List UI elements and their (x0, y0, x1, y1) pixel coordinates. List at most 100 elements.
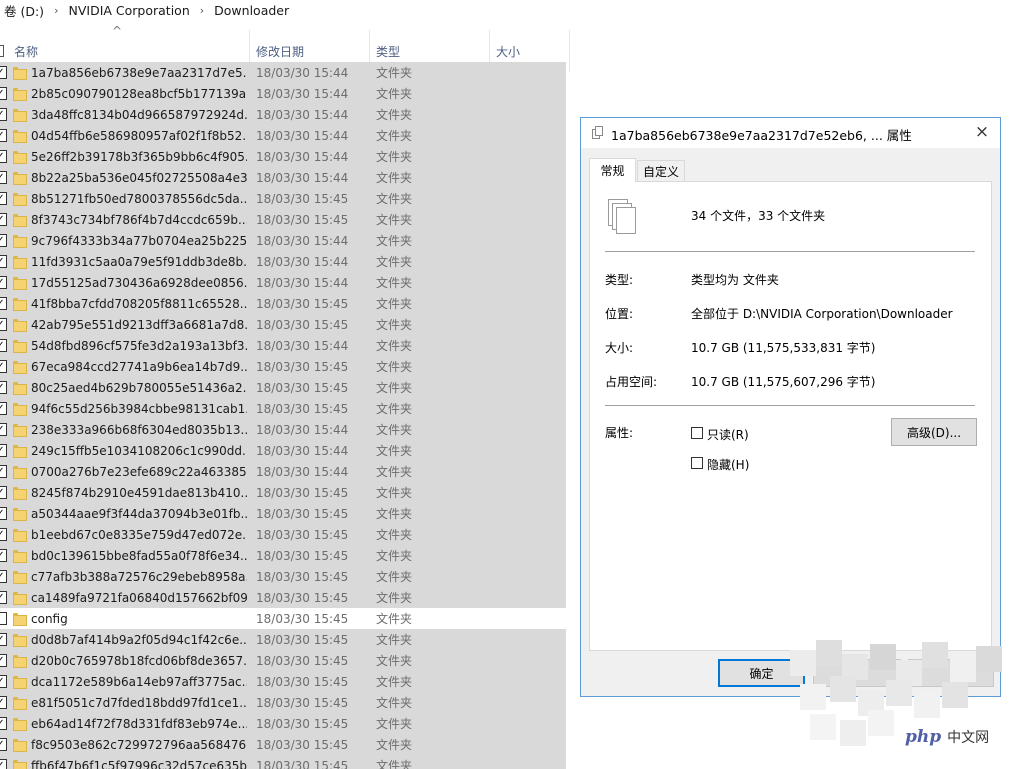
hidden-label[interactable]: 隐藏(H) (707, 456, 749, 473)
row-checkbox[interactable]: ✓ (0, 360, 7, 373)
row-checkbox[interactable]: ✓ (0, 507, 7, 520)
table-row[interactable]: ✓ 3da48ffc8134b04d966587972924d... 18/03/3… (0, 104, 566, 125)
hidden-checkbox[interactable] (691, 457, 703, 469)
table-row[interactable]: ✓ 5e26ff2b39178b3f365b9bb6c4f905... 18/03/… (0, 146, 566, 167)
row-checkbox[interactable]: ✓ (0, 570, 7, 583)
file-date: 18/03/30 15:45 (256, 191, 349, 206)
table-row[interactable]: ✓ 8f3743c734bf786f4b7d4ccdc659b... 18/03/3… (0, 209, 566, 230)
row-checkbox[interactable]: ✓ (0, 66, 7, 79)
row-checkbox[interactable]: ✓ (0, 675, 7, 688)
row-checkbox[interactable]: ✓ (0, 171, 7, 184)
table-row[interactable]: ✓ e81f5051c7d7fded18bdd97fd1ce1... 18/03/3… (0, 692, 566, 713)
table-row[interactable]: ✓ eb64ad14f72f78d331fdf83eb974e... 18/03/3… (0, 713, 566, 734)
type-label: 类型: (605, 273, 634, 287)
row-checkbox[interactable]: ✓ (0, 633, 7, 646)
breadcrumb-drive[interactable]: 卷 (D:) (0, 1, 48, 20)
close-icon[interactable]: × (972, 121, 992, 143)
row-checkbox[interactable]: ✓ (0, 318, 7, 331)
table-row[interactable]: ✓ d20b0c765978b18fcd06bf8de3657... 18/03/3… (0, 650, 566, 671)
row-checkbox[interactable]: ✓ (0, 339, 7, 352)
table-row[interactable]: ✓ 1a7ba856eb6738e9e7aa2317d7e5... 18/03/30… (0, 62, 566, 83)
table-row[interactable]: ✓ c77afb3b388a72576c29ebeb8958a... 18/03/3… (0, 566, 566, 587)
row-checkbox[interactable]: ✓ (0, 654, 7, 667)
file-type: 文件夹 (376, 108, 413, 122)
row-checkbox[interactable]: ✓ (0, 108, 7, 121)
table-row[interactable]: ✓ 54d8fbd896cf575fe3d2a193a13bf3... 18/03/… (0, 335, 566, 356)
size-value: 10.7 GB (11,575,533,831 字节) (691, 341, 876, 355)
files-icon (592, 126, 603, 139)
table-row[interactable]: ✓ 0700a276b7e23efe689c22a463385... 18/03/3… (0, 461, 566, 482)
table-row[interactable]: ✓ 80c25aed4b629b780055e51436a2... 18/03/30… (0, 377, 566, 398)
row-checkbox[interactable]: ✓ (0, 402, 7, 415)
table-row[interactable]: ✓ 2b85c090790128ea8bcf5b177139a... 18/03/3… (0, 83, 566, 104)
tab-custom[interactable]: 自定义 (637, 160, 685, 182)
table-row[interactable]: ✓ 94f6c55d256b3984cbbe98131cab1... 18/03/3… (0, 398, 566, 419)
file-name: ca1489fa9721fa06840d157662bf09... (31, 590, 247, 605)
table-row[interactable]: ✓ 8b51271fb50ed7800378556dc5da... 18/03/30… (0, 188, 566, 209)
table-row[interactable]: ✓ 249c15ffb5e1034108206c1c990dd... 18/03/3… (0, 440, 566, 461)
table-row[interactable]: ✓ 238e333a966b68f6304ed8035b13... 18/03/30… (0, 419, 566, 440)
file-date: 18/03/30 15:45 (256, 296, 349, 311)
row-checkbox[interactable]: ✓ (0, 276, 7, 289)
readonly-label[interactable]: 只读(R) (707, 426, 749, 443)
row-checkbox[interactable] (0, 612, 7, 625)
tab-general[interactable]: 常规 (589, 158, 636, 182)
table-row[interactable]: ✓ ffb6f47b6f1c5f97996c32d57ce635b6 18/03/3… (0, 755, 566, 769)
row-checkbox[interactable]: ✓ (0, 150, 7, 163)
folder-icon (13, 256, 27, 269)
row-checkbox[interactable]: ✓ (0, 717, 7, 730)
file-type: 文件夹 (376, 465, 413, 479)
table-row[interactable]: ✓ f8c9503e862c729972796aa568476... 18/03/3… (0, 734, 566, 755)
breadcrumb-downloader[interactable]: Downloader (210, 3, 293, 18)
dialog-titlebar[interactable]: 1a7ba856eb6738e9e7aa2317d7e52eb6, ... 属性… (581, 118, 1000, 148)
readonly-checkbox[interactable] (691, 427, 703, 439)
table-row[interactable]: ✓ 11fd3931c5aa0a79e5f91ddb3de8b... 18/03/3… (0, 251, 566, 272)
select-all-checkbox[interactable] (0, 45, 4, 57)
row-checkbox[interactable]: ✓ (0, 759, 7, 769)
row-checkbox[interactable]: ✓ (0, 297, 7, 310)
advanced-button[interactable]: 高级(D)... (891, 418, 977, 446)
table-row[interactable]: ✓ dca1172e589b6a14eb97aff3775ac... 18/03/3… (0, 671, 566, 692)
table-row[interactable]: ✓ 41f8bba7cfdd708205f8811c65528... 18/03/3… (0, 293, 566, 314)
table-row[interactable]: ✓ 42ab795e551d9213dff3a6681a7d8... 18/03/3… (0, 314, 566, 335)
table-row[interactable]: ✓ d0d8b7af414b9a2f05d94c1f42c6e... 18/03/3… (0, 629, 566, 650)
folder-icon (13, 718, 27, 731)
row-checkbox[interactable]: ✓ (0, 738, 7, 751)
file-name: 2b85c090790128ea8bcf5b177139a... (31, 86, 247, 101)
breadcrumb-nvidia[interactable]: NVIDIA Corporation (64, 3, 193, 18)
table-row[interactable]: ✓ 9c796f4333b34a77b0704ea25b225... 18/03/3… (0, 230, 566, 251)
row-checkbox[interactable]: ✓ (0, 213, 7, 226)
table-row[interactable]: ✓ 67eca984ccd27741a9b6ea14b7d9... 18/03/30… (0, 356, 566, 377)
folder-icon (13, 634, 27, 647)
table-row[interactable]: ✓ b1eebd67c0e8335e759d47ed072e... 18/03/30… (0, 524, 566, 545)
file-date: 18/03/30 15:44 (256, 422, 349, 437)
file-name: eb64ad14f72f78d331fdf83eb974e... (31, 716, 247, 731)
file-date: 18/03/30 15:45 (256, 359, 349, 374)
file-type: 文件夹 (376, 255, 413, 269)
table-row[interactable]: ✓ ca1489fa9721fa06840d157662bf09... 18/03/… (0, 587, 566, 608)
table-row[interactable]: ✓ 8245f874b2910e4591dae813b410... 18/03/30… (0, 482, 566, 503)
file-type: 文件夹 (376, 507, 413, 521)
table-row[interactable]: ✓ 8b22a25ba536e045f02725508a4e3... 18/03/3… (0, 167, 566, 188)
row-checkbox[interactable]: ✓ (0, 423, 7, 436)
row-checkbox[interactable]: ✓ (0, 591, 7, 604)
row-checkbox[interactable]: ✓ (0, 381, 7, 394)
row-checkbox[interactable]: ✓ (0, 129, 7, 142)
row-checkbox[interactable]: ✓ (0, 255, 7, 268)
row-checkbox[interactable]: ✓ (0, 87, 7, 100)
table-row[interactable]: config 18/03/30 15:45 文件夹 (0, 608, 566, 629)
table-row[interactable]: ✓ bd0c139615bbe8fad55a0f78f6e34... 18/03/3… (0, 545, 566, 566)
table-row[interactable]: ✓ a50344aae9f3f44da37094b3e01fb... 18/03/3… (0, 503, 566, 524)
row-checkbox[interactable]: ✓ (0, 528, 7, 541)
row-checkbox[interactable]: ✓ (0, 444, 7, 457)
table-row[interactable]: ✓ 17d55125ad730436a6928dee0856... 18/03/30… (0, 272, 566, 293)
row-checkbox[interactable]: ✓ (0, 192, 7, 205)
row-checkbox[interactable]: ✓ (0, 696, 7, 709)
table-row[interactable]: ✓ 04d54ffb6e586980957af02f1f8b52... 18/03/… (0, 125, 566, 146)
file-name: a50344aae9f3f44da37094b3e01fb... (31, 506, 247, 521)
row-checkbox[interactable]: ✓ (0, 486, 7, 499)
row-checkbox[interactable]: ✓ (0, 465, 7, 478)
row-checkbox[interactable]: ✓ (0, 234, 7, 247)
row-checkbox[interactable]: ✓ (0, 549, 7, 562)
file-name: c77afb3b388a72576c29ebeb8958a... (31, 569, 247, 584)
